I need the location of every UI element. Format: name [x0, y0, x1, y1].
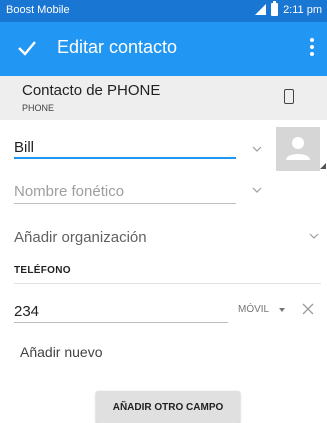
phone-device-icon	[284, 89, 294, 104]
account-header: Contacto de PHONE PHONE	[0, 76, 327, 120]
dropdown-arrow-icon[interactable]	[279, 308, 285, 312]
phone-number-field[interactable]: 234	[14, 303, 39, 320]
clock-label: 2:11 pm	[283, 3, 322, 16]
page-title: Editar contacto	[57, 37, 178, 57]
signal-icon	[255, 4, 267, 15]
battery-icon	[271, 1, 279, 16]
status-icons: 2:11 pm	[255, 1, 322, 16]
account-type: PHONE	[22, 103, 55, 113]
person-icon	[286, 137, 310, 160]
name-field[interactable]: Bill	[14, 139, 34, 156]
avatar[interactable]	[276, 127, 320, 171]
account-name: Contacto de PHONE	[22, 82, 161, 99]
chevron-down-icon[interactable]	[252, 146, 262, 152]
add-new-link[interactable]: Añadir nuevo	[20, 344, 103, 360]
chevron-down-icon[interactable]	[309, 233, 319, 239]
chevron-down-icon[interactable]	[252, 187, 262, 193]
add-organization-field[interactable]: Añadir organización	[14, 229, 147, 246]
phone-field-underline	[14, 322, 228, 323]
app-bar: Editar contacto	[0, 22, 327, 76]
phonetic-name-field[interactable]: Nombre fonético	[14, 183, 124, 200]
phone-type-selector[interactable]: MÓVIL	[238, 304, 269, 315]
section-divider	[14, 283, 321, 284]
close-icon[interactable]	[302, 303, 314, 315]
name-field-underline	[14, 157, 236, 159]
phonetic-field-underline	[14, 203, 236, 204]
status-bar: Boost Mobile 2:11 pm	[0, 0, 327, 22]
avatar-corner-indicator	[320, 163, 326, 169]
carrier-label: Boost Mobile	[6, 4, 70, 16]
phone-section-header: TELÉFONO	[14, 265, 71, 276]
check-icon[interactable]	[16, 37, 38, 59]
more-options-icon[interactable]	[309, 38, 315, 60]
add-another-field-button[interactable]: AÑADIR OTRO CAMPO	[96, 391, 240, 423]
